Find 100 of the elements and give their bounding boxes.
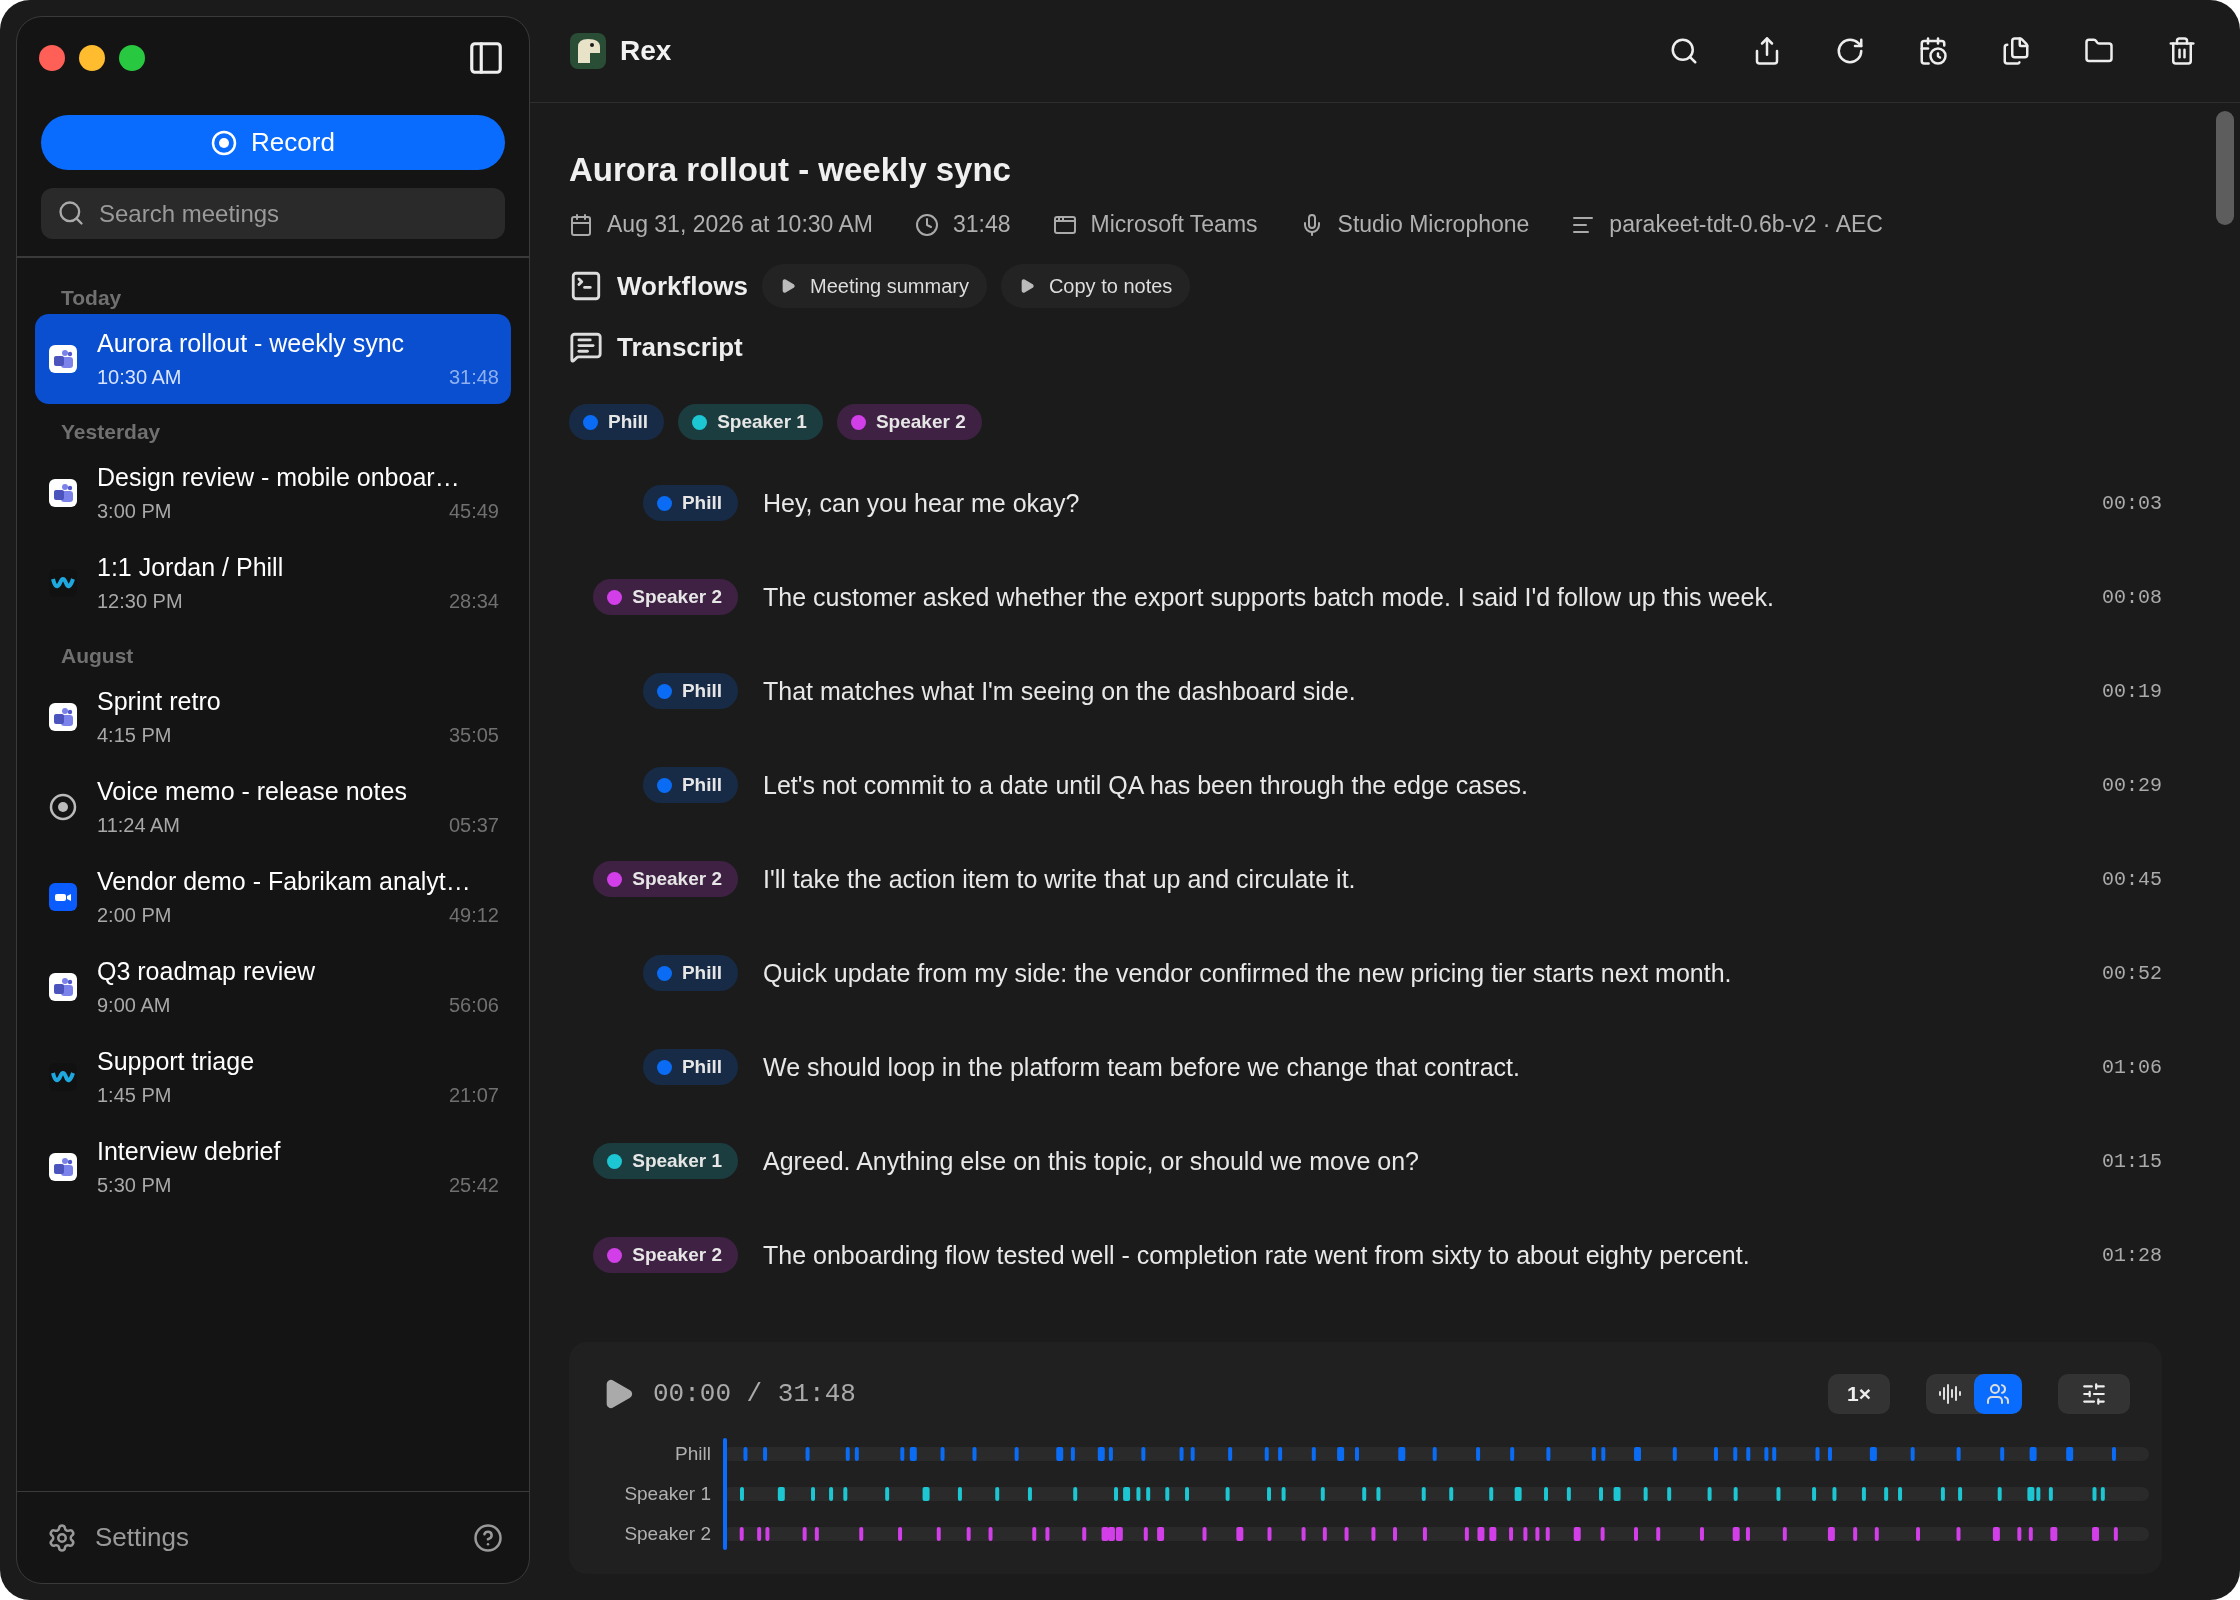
speaker-chip[interactable]: Phill [642,955,738,991]
meeting-item[interactable]: 1:1 Jordan / Phill 12:30 PM 28:34 [35,537,511,628]
teams-app-icon [49,344,77,373]
sliders-icon [2081,1381,2107,1407]
speaker-chip[interactable]: Speaker 2 [593,1237,738,1273]
section-header: Yesterday [60,418,162,445]
meeting-duration: 05:37 [448,813,499,837]
play-icon [780,278,796,294]
meeting-heading: Aurora rollout - weekly sync [569,151,1012,189]
speaker-chip[interactable]: Phill [642,1049,738,1085]
meeting-title: Design review - mobile onboar… [97,462,461,492]
teams-app-icon [49,702,77,731]
meeting-item[interactable]: Vendor demo - Fabrikam analyt… 2:00 PM 49:12 [35,851,511,942]
meeting-item[interactable]: Sprint retro 4:15 PM 35:05 [35,671,511,762]
timestamp: 00:08 [2102,585,2162,609]
teams-app-icon [49,972,77,1001]
transcript-text: Let's not commit to a date until QA has been through the edge cases. [763,770,1529,800]
transcript-text: Hey, can you hear me okay? [763,488,1081,518]
meeting-time: 9:00 AM [97,993,171,1017]
timestamp: 01:06 [2102,1055,2162,1079]
meeting-duration: 21:07 [448,1083,499,1107]
meeting-time: 2:00 PM [97,903,172,927]
meeting-time: 3:00 PM [97,499,172,523]
track-label: Speaker 2 [623,1522,711,1546]
app-name: Rex [620,35,672,67]
close-button[interactable] [39,45,65,71]
timestamp: 00:45 [2102,867,2162,891]
timestamp: 00:52 [2102,961,2162,985]
transcript-text: The onboarding flow tested well - completion rate went from sixty to about eighty percent. [763,1240,1751,1270]
timestamp: 00:03 [2102,491,2162,515]
meeting-title: 1:1 Jordan / Phill [97,552,285,582]
transcript-text: The customer asked whether the export supports batch mode. I said I'd follow up this week. [763,582,1775,612]
meeting-item[interactable]: Voice memo - release notes 11:24 AM 05:37 [35,761,511,852]
meeting-item[interactable]: Q3 roadmap review 9:00 AM 56:06 [35,941,511,1032]
meta-text: Aug 31, 2026 at 10:30 AM [607,211,873,238]
speaker-chip[interactable]: Speaker 2 [593,579,738,615]
meta-text: Studio Microphone [1337,211,1530,238]
timestamp: 01:28 [2102,1243,2162,1267]
minimize-button[interactable] [79,45,105,71]
meeting-duration: 35:05 [448,723,499,747]
meeting-item[interactable]: Interview debrief 5:30 PM 25:42 [35,1121,511,1212]
meeting-title: Q3 roadmap review [97,956,317,986]
track-label: Phill [674,1442,711,1466]
speaker-chip[interactable]: Speaker 2 [593,861,738,897]
transcript-text: Agreed. Anything else on this topic, or should we move on? [763,1146,1420,1176]
meeting-title: Vendor demo - Fabrikam analyt… [97,866,472,896]
meeting-item[interactable]: Aurora rollout - weekly sync 10:30 AM 31:48 [35,313,511,404]
speed-button[interactable]: 1× [1828,1374,1890,1414]
track-label: Speaker 1 [623,1482,711,1506]
zoom-button[interactable] [119,45,145,71]
section-heading: Transcript [617,331,743,363]
sidebar-toggle-icon[interactable] [467,39,505,77]
terminal-icon [569,269,603,303]
speaker-chip[interactable]: Phill [642,485,738,521]
filter-button[interactable] [2058,1374,2130,1414]
meeting-time: 12:30 PM [97,589,183,613]
transcript-text: That matches what I'm seeing on the dashboard side. [763,676,1357,706]
speaker-chip[interactable]: Phill [642,673,738,709]
zoom-app-icon [49,882,77,911]
help-icon[interactable] [473,1522,503,1553]
record-icon [49,792,77,821]
speakers-view-button[interactable] [1974,1374,2022,1414]
record-icon [211,129,238,156]
speaker-chip[interactable]: Speaker 2 [836,404,982,440]
meeting-time: 11:24 AM [97,813,181,837]
settings-link[interactable]: Settings [95,1522,189,1553]
meeting-duration: 49:12 [448,903,499,927]
record-button[interactable]: Record [41,115,505,170]
teams-app-icon [49,478,77,507]
meeting-time: 1:45 PM [97,1083,172,1107]
speaker-chip[interactable]: Speaker 1 [678,404,823,440]
meeting-item[interactable]: Support triage 1:45 PM 21:07 [35,1031,511,1122]
search-icon [57,199,85,227]
meeting-duration: 28:34 [448,589,499,613]
meeting-duration: 25:42 [448,1173,499,1197]
scrollbar-thumb[interactable] [2216,111,2234,225]
calendar-icon [569,212,593,237]
playback-time: 00:00 / 31:48 [653,1379,856,1409]
meeting-time: 5:30 PM [97,1173,172,1197]
meta-text: Microsoft Teams [1090,211,1258,238]
meeting-title: Voice memo - release notes [97,776,408,806]
meta-text: parakeet-tdt-0.6b-v2 · AEC [1609,211,1883,238]
meeting-title: Aurora rollout - weekly sync [97,328,406,358]
speaker-chip[interactable]: Speaker 1 [593,1143,738,1179]
meeting-title: Support triage [97,1046,256,1076]
transcript-text: I'll take the action item to write that up and circulate it. [763,864,1357,894]
chat-icon [569,330,603,364]
section-header: Today [60,284,123,311]
workflow-button[interactable]: Meeting summary [762,264,987,308]
workflow-button[interactable]: Copy to notes [1000,264,1191,308]
meta-text: 31:48 [953,211,1011,238]
speaker-chip[interactable]: Phill [642,767,738,803]
timestamp: 00:19 [2102,679,2162,703]
speaker-chip[interactable]: Phill [569,404,665,440]
meeting-item[interactable]: Design review - mobile onboar… 3:00 PM 45:49 [35,447,511,538]
meeting-duration: 31:48 [448,365,499,389]
search-field[interactable]: Search meetings [41,188,505,239]
clock-icon [915,212,939,237]
meeting-title: Interview debrief [97,1136,282,1166]
meeting-duration: 45:49 [448,499,499,523]
